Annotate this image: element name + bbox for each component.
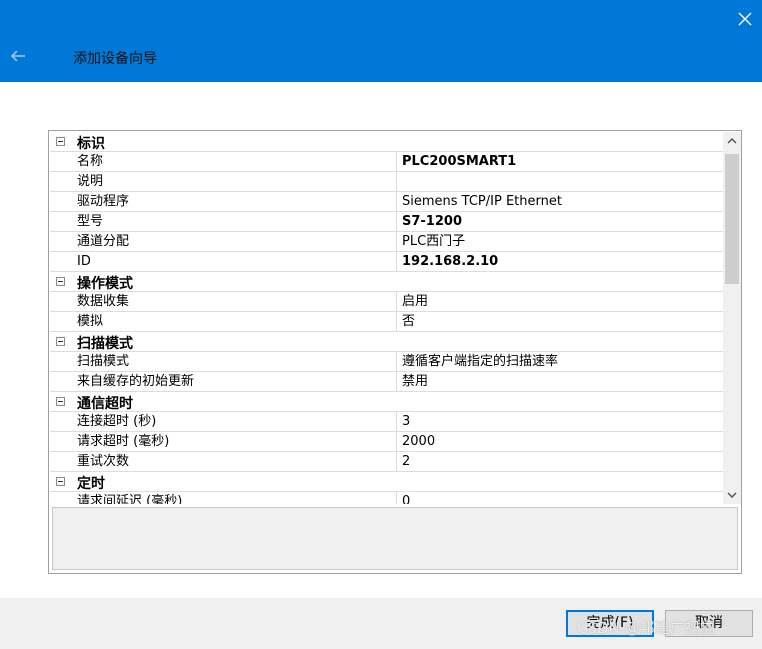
property-name: 说明	[72, 172, 397, 192]
wizard-title: 添加设备向导	[73, 51, 157, 67]
property-row[interactable]: 名称 PLC200SMART1	[50, 152, 723, 172]
property-row[interactable]: 请求间延迟 (毫秒) 0	[50, 492, 723, 504]
property-value[interactable]: 3	[402, 412, 723, 432]
finish-button[interactable]: 完成(F)	[566, 610, 654, 637]
property-name: 模拟	[72, 312, 397, 332]
category-label: 操作模式	[77, 276, 133, 292]
property-row[interactable]: ID 192.168.2.10	[50, 252, 723, 272]
property-value[interactable]: 2000	[402, 432, 723, 452]
description-panel	[52, 507, 738, 570]
property-value[interactable]: Siemens TCP/IP Ethernet	[402, 192, 723, 212]
chevron-up-icon	[727, 138, 737, 144]
property-name: 来自缓存的初始更新	[72, 372, 397, 392]
property-row[interactable]: 扫描模式 遵循客户端指定的扫描速率	[50, 352, 723, 372]
category-label: 扫描模式	[77, 336, 133, 352]
arrow-left-icon	[10, 50, 25, 62]
property-row[interactable]: 型号 S7-1200	[50, 212, 723, 232]
category-row[interactable]: 扫描模式	[50, 332, 723, 352]
category-label: 标识	[77, 136, 105, 152]
property-name: 驱动程序	[72, 192, 397, 212]
property-value[interactable]: 遵循客户端指定的扫描速率	[402, 352, 723, 372]
row-gutter	[50, 372, 72, 392]
property-value[interactable]: 否	[402, 312, 723, 332]
property-grid: 标识 名称 PLC200SMART1 说明 驱动程序 Siemens TCP/IP Eth…	[48, 130, 742, 574]
collapse-toggle-icon[interactable]	[56, 397, 65, 406]
vertical-scrollbar[interactable]	[723, 132, 741, 504]
category-row[interactable]: 标识	[50, 132, 723, 152]
property-name: 名称	[72, 152, 397, 172]
property-name: 请求超时 (毫秒)	[72, 432, 397, 452]
category-row[interactable]: 通信超时	[50, 392, 723, 412]
footer-bar: 完成(F) 取消	[0, 598, 762, 649]
close-button[interactable]	[734, 8, 756, 30]
property-row[interactable]: 来自缓存的初始更新 禁用	[50, 372, 723, 392]
category-label: 通信超时	[77, 396, 133, 412]
row-gutter	[50, 192, 72, 212]
property-name: 型号	[72, 212, 397, 232]
row-gutter	[50, 452, 72, 472]
scrollbar-thumb[interactable]	[725, 154, 739, 284]
property-name: 重试次数	[72, 452, 397, 472]
scroll-down-button[interactable]	[723, 486, 741, 504]
row-gutter	[50, 412, 72, 432]
collapse-toggle-icon[interactable]	[56, 137, 65, 146]
property-value[interactable]: 启用	[402, 292, 723, 312]
row-gutter	[50, 212, 72, 232]
row-gutter	[50, 312, 72, 332]
title-bar: 添加设备向导	[0, 0, 762, 82]
property-value[interactable]: S7-1200	[402, 212, 723, 232]
property-name: 请求间延迟 (毫秒)	[72, 492, 397, 504]
property-value[interactable]	[402, 172, 723, 192]
property-value[interactable]: 2	[402, 452, 723, 472]
property-name: 数据收集	[72, 292, 397, 312]
back-button[interactable]	[8, 46, 28, 66]
row-gutter	[50, 232, 72, 252]
row-gutter	[50, 252, 72, 272]
category-row[interactable]: 操作模式	[50, 272, 723, 292]
property-row[interactable]: 数据收集 启用	[50, 292, 723, 312]
category-label: 定时	[77, 476, 105, 492]
property-row[interactable]: 驱动程序 Siemens TCP/IP Ethernet	[50, 192, 723, 212]
chevron-down-icon	[727, 492, 737, 498]
row-gutter	[50, 432, 72, 452]
property-value[interactable]: PLC200SMART1	[402, 152, 723, 172]
collapse-toggle-icon[interactable]	[56, 277, 65, 286]
row-gutter	[50, 152, 72, 172]
property-value[interactable]: 禁用	[402, 372, 723, 392]
property-row[interactable]: 请求超时 (毫秒) 2000	[50, 432, 723, 452]
scroll-up-button[interactable]	[723, 132, 741, 150]
category-row[interactable]: 定时	[50, 472, 723, 492]
row-gutter	[50, 172, 72, 192]
property-row[interactable]: 模拟否	[50, 312, 723, 332]
property-name: 扫描模式	[72, 352, 397, 372]
property-value[interactable]: PLC西门子	[402, 232, 723, 252]
property-value[interactable]: 192.168.2.10	[402, 252, 723, 272]
collapse-toggle-icon[interactable]	[56, 337, 65, 346]
property-row[interactable]: 通道分配 PLC西门子	[50, 232, 723, 252]
cancel-button[interactable]: 取消	[665, 610, 753, 637]
close-icon	[738, 12, 752, 26]
row-gutter	[50, 492, 72, 504]
property-row[interactable]: 重试次数 2	[50, 452, 723, 472]
property-name: 连接超时 (秒)	[72, 412, 397, 432]
property-name: 通道分配	[72, 232, 397, 252]
property-row[interactable]: 说明	[50, 172, 723, 192]
property-row[interactable]: 连接超时 (秒) 3	[50, 412, 723, 432]
property-grid-rows: 标识 名称 PLC200SMART1 说明 驱动程序 Siemens TCP/IP Eth…	[50, 132, 723, 504]
collapse-toggle-icon[interactable]	[56, 477, 65, 486]
property-value[interactable]: 0	[402, 492, 723, 504]
property-name: ID	[72, 252, 397, 272]
row-gutter	[50, 292, 72, 312]
row-gutter	[50, 352, 72, 372]
